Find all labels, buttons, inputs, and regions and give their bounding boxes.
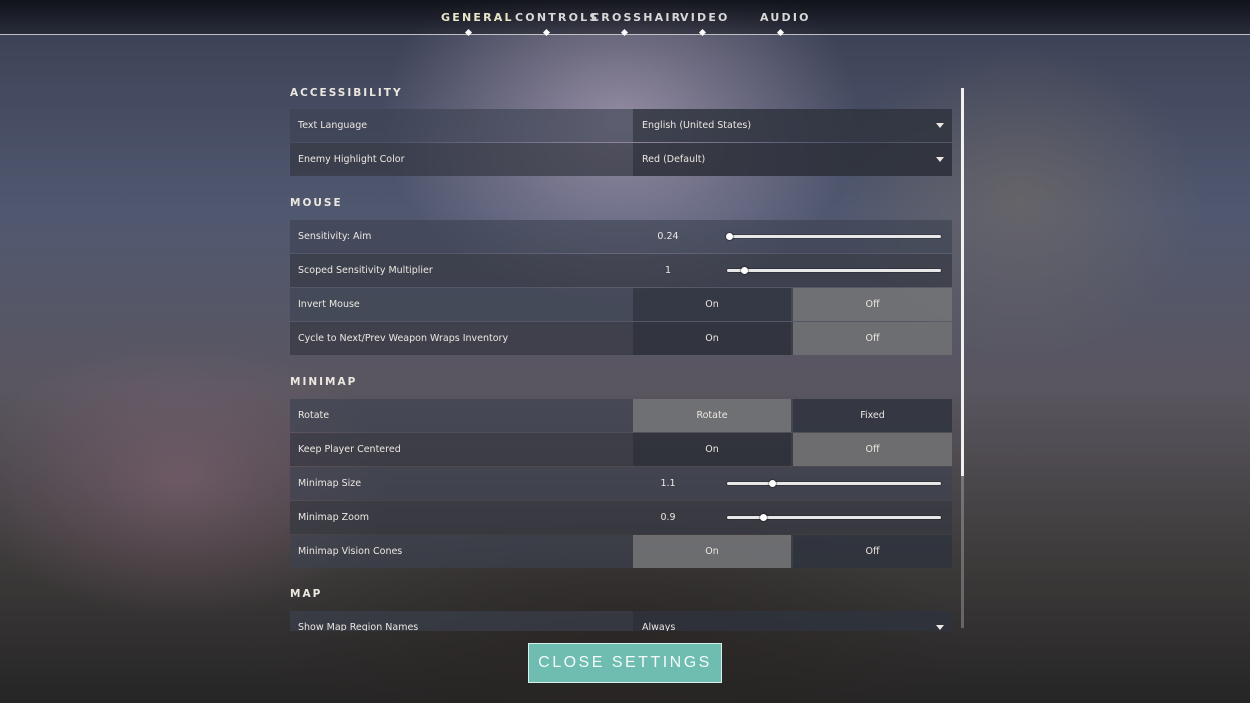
enemy-highlight-color-dropdown[interactable]: Red (Default) [633, 143, 952, 176]
setting-row-cycle-weapon-wraps: Cycle to Next/Prev Weapon Wraps Inventor… [290, 322, 952, 355]
minimap-zoom-control: 0.9 [633, 501, 952, 534]
minimap-size-control: 1.1 [633, 467, 952, 500]
cycle-weapon-toggle: On Off [633, 322, 952, 355]
setting-row-rotate: Rotate Rotate Fixed [290, 399, 952, 432]
sensitivity-aim-slider[interactable] [726, 233, 941, 240]
close-settings-button[interactable]: CLOSE SETTINGS [528, 643, 722, 683]
sensitivity-aim-control: 0.24 [633, 220, 952, 253]
tab-general[interactable]: GENERAL [441, 11, 511, 24]
keep-centered-off-option[interactable]: Off [793, 433, 952, 466]
minimap-size-slider[interactable] [727, 480, 941, 487]
setting-row-scoped-sensitivity: Scoped Sensitivity Multiplier 1 [290, 254, 952, 287]
rotate-option[interactable]: Rotate [633, 399, 791, 432]
setting-row-sensitivity-aim: Sensitivity: Aim 0.24 [290, 220, 952, 253]
tab-video[interactable]: VIDEO [680, 11, 727, 24]
setting-row-text-language: Text Language English (United States) [290, 109, 952, 142]
setting-label: Minimap Vision Cones [298, 546, 403, 557]
vision-cones-on-option[interactable]: On [633, 535, 791, 568]
tab-audio-indicator [776, 28, 785, 37]
slider-thumb[interactable] [726, 233, 734, 240]
section-title-map: MAP [290, 588, 323, 600]
slider-thumb[interactable] [768, 480, 776, 487]
setting-row-enemy-highlight-color: Enemy Highlight Color Red (Default) [290, 143, 952, 176]
settings-tab-bar: GENERAL CONTROLS CROSSHAIR VIDEO AUDIO [0, 0, 1250, 37]
settings-scrollbar[interactable] [961, 88, 964, 628]
dropdown-value: Red (Default) [642, 154, 706, 165]
setting-label: Minimap Size [298, 478, 362, 489]
settings-panel: ACCESSIBILITY Text Language English (Uni… [290, 74, 952, 631]
setting-label: Show Map Region Names [298, 622, 419, 631]
tab-controls[interactable]: CONTROLS [515, 11, 597, 24]
tab-crosshair-indicator [620, 28, 629, 37]
scrollbar-thumb[interactable] [961, 88, 964, 476]
setting-label: Minimap Zoom [298, 512, 370, 523]
setting-label: Enemy Highlight Color [298, 154, 405, 165]
vision-cones-off-option[interactable]: Off [793, 535, 952, 568]
section-title-accessibility: ACCESSIBILITY [290, 87, 403, 99]
tab-audio[interactable]: AUDIO [760, 11, 808, 24]
setting-label: Invert Mouse [298, 299, 360, 310]
section-title-minimap: MINIMAP [290, 376, 358, 388]
slider-value[interactable]: 1.1 [643, 467, 693, 500]
cycle-weapon-off-option[interactable]: Off [793, 322, 952, 355]
dropdown-value: Always [642, 622, 676, 631]
keep-centered-on-option[interactable]: On [633, 433, 791, 466]
chevron-down-icon [936, 157, 944, 162]
setting-row-vision-cones: Minimap Vision Cones On Off [290, 535, 952, 568]
setting-label: Cycle to Next/Prev Weapon Wraps Inventor… [298, 333, 509, 344]
setting-label: Sensitivity: Aim [298, 231, 372, 242]
setting-label: Rotate [298, 410, 330, 421]
text-language-dropdown[interactable]: English (United States) [633, 109, 952, 142]
setting-label: Scoped Sensitivity Multiplier [298, 265, 433, 276]
slider-thumb[interactable] [760, 514, 768, 521]
slider-value[interactable]: 0.24 [643, 220, 693, 253]
invert-mouse-off-option[interactable]: Off [793, 288, 952, 321]
chevron-down-icon [936, 625, 944, 630]
setting-row-invert-mouse: Invert Mouse On Off [290, 288, 952, 321]
invert-mouse-on-option[interactable]: On [633, 288, 791, 321]
minimap-zoom-slider[interactable] [727, 514, 941, 521]
slider-thumb[interactable] [741, 267, 749, 274]
cycle-weapon-on-option[interactable]: On [633, 322, 791, 355]
invert-mouse-toggle: On Off [633, 288, 952, 321]
tab-general-indicator [464, 28, 473, 37]
tab-video-indicator [698, 28, 707, 37]
setting-row-keep-player-centered: Keep Player Centered On Off [290, 433, 952, 466]
chevron-down-icon [936, 123, 944, 128]
show-map-region-names-dropdown[interactable]: Always [633, 611, 952, 631]
setting-row-minimap-size: Minimap Size 1.1 [290, 467, 952, 500]
slider-value[interactable]: 1 [643, 254, 693, 287]
setting-label: Keep Player Centered [298, 444, 401, 455]
tab-crosshair[interactable]: CROSSHAIR [591, 11, 680, 24]
rotate-toggle: Rotate Fixed [633, 399, 952, 432]
dropdown-value: English (United States) [642, 120, 752, 131]
vision-cones-toggle: On Off [633, 535, 952, 568]
setting-row-show-map-region-names: Show Map Region Names Always [290, 611, 952, 631]
tab-controls-indicator [542, 28, 551, 37]
fixed-option[interactable]: Fixed [793, 399, 952, 432]
setting-row-minimap-zoom: Minimap Zoom 0.9 [290, 501, 952, 534]
keep-player-centered-toggle: On Off [633, 433, 952, 466]
scoped-sensitivity-control: 1 [633, 254, 952, 287]
section-title-mouse: MOUSE [290, 197, 343, 209]
slider-value[interactable]: 0.9 [643, 501, 693, 534]
scoped-sensitivity-slider[interactable] [727, 267, 941, 274]
setting-label: Text Language [298, 120, 368, 131]
